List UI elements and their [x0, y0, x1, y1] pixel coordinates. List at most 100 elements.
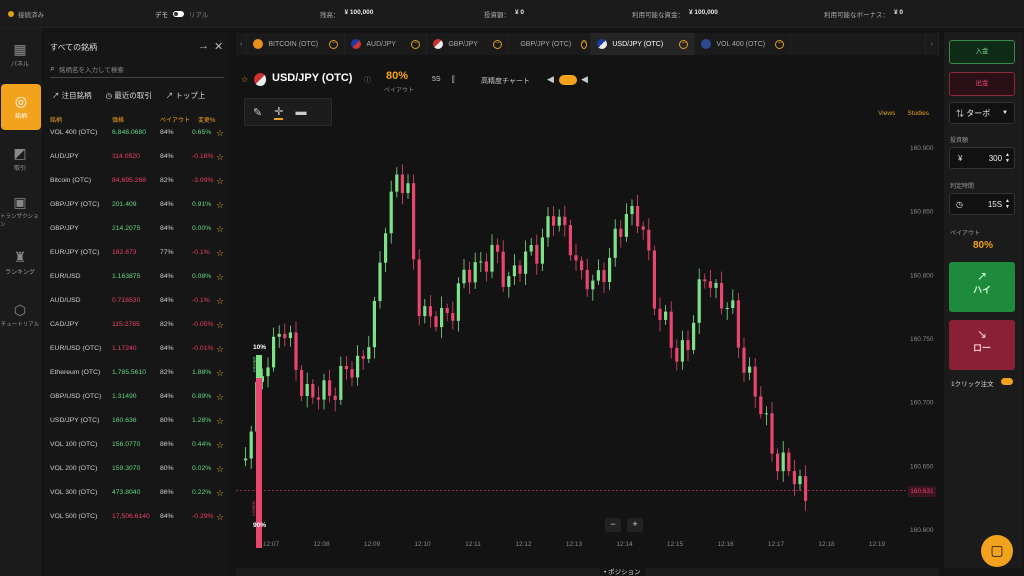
favorite-star-icon[interactable]: ☆ — [216, 152, 224, 163]
nav-assets[interactable]: ◎ 銘柄 — [1, 84, 41, 130]
asset-row[interactable]: VOL 300 (OTC) 473.8040 86% 0.22% ☆ — [50, 488, 226, 513]
account-mode-toggle[interactable]: デモ リアル — [155, 9, 208, 19]
tab-close-icon[interactable]: − — [329, 39, 339, 49]
favorite-star-icon[interactable]: ☆ — [216, 296, 224, 307]
candlestick-chart[interactable]: 160.900 160.850 160.800 160.750 160.700 160.6… — [236, 118, 939, 548]
asset-row[interactable]: AUD/JPY 114.0520 84% -0.16% ☆ — [50, 152, 226, 177]
nav-tutorial[interactable]: ⬡ チュートリアル — [0, 292, 40, 338]
favorite-star-icon[interactable]: ☆ — [216, 248, 224, 259]
asset-row[interactable]: USD/JPY (OTC) 160.636 80% 1.28% ☆ — [50, 416, 226, 441]
chart-pair-title[interactable]: USD/JPY (OTC) — [272, 72, 352, 84]
stepper-icon[interactable]: ▲ ▼ — [1005, 152, 1010, 164]
candles-icon[interactable]: ⫿ — [452, 75, 455, 85]
chart-type-selector[interactable]: 高精度チャート — [481, 76, 530, 86]
search-input[interactable]: 銘柄名を入力して検索 — [59, 64, 124, 74]
asset-tab[interactable]: BITCOIN (OTC) − — [247, 33, 346, 55]
deposit-button[interactable]: 入金 — [949, 40, 1015, 64]
asset-tab[interactable]: AUD/JPY − — [345, 33, 428, 55]
asset-row[interactable]: CAD/JPY 115.2785 82% -0.05% ☆ — [50, 320, 226, 345]
volume-icon[interactable]: ◀ — [581, 74, 588, 85]
favorite-star-icon[interactable]: ☆ — [216, 488, 224, 499]
col-price[interactable]: 価格 — [112, 115, 124, 124]
asset-row[interactable]: VOL 400 (OTC) 6,848.0680 84% 0.65% ☆ — [50, 128, 226, 153]
stepper-icon[interactable]: ▲ ▼ — [1005, 198, 1010, 210]
asset-row[interactable]: EUR/JPY (OTC) 182.673 77% -0.1% ☆ — [50, 248, 226, 273]
positions-toggle[interactable]: • ポジション — [600, 566, 645, 576]
tab-close-icon[interactable]: − — [679, 39, 689, 49]
sound-toggle[interactable] — [559, 75, 577, 85]
low-button[interactable]: ↘ ロー — [949, 320, 1015, 370]
col-change[interactable]: 変更% — [198, 115, 215, 124]
favorite-star-icon[interactable]: ☆ — [216, 128, 224, 139]
amount-value[interactable]: 300 — [989, 154, 1002, 163]
mode-select[interactable]: ⇅ ターボ ▼ — [949, 102, 1015, 124]
chat-icon[interactable]: ▢ — [981, 535, 1013, 567]
favorite-star-icon[interactable]: ☆ — [216, 464, 224, 475]
tabs-prev-button[interactable]: ‹ — [236, 33, 248, 55]
filter-top[interactable]: ↗ トップ上 — [166, 90, 206, 101]
x-tick-label: 12:13 — [566, 541, 583, 548]
pencil-icon[interactable]: ✎ — [253, 106, 262, 119]
info-icon[interactable]: ⓘ — [364, 75, 371, 85]
studies-menu[interactable]: Studies — [907, 110, 929, 117]
asset-row[interactable]: GBP/JPY 214.2075 84% 0.00% ☆ — [50, 224, 226, 249]
arrow-right-icon[interactable]: → — [198, 40, 209, 52]
tab-close-icon[interactable]: − — [775, 39, 785, 49]
zoom-in-button[interactable]: + — [627, 518, 643, 532]
asset-search[interactable]: ⌕ 銘柄名を入力して検索 — [50, 60, 224, 78]
asset-row[interactable]: Ethereum (OTC) 1,785.5610 82% 1.88% ☆ — [50, 368, 226, 393]
asset-tab[interactable]: VOL 400 (OTC) − — [695, 33, 792, 55]
favorite-star-icon[interactable]: ☆ — [216, 224, 224, 235]
asset-row[interactable]: VOL 200 (OTC) 159.3070 80% 0.02% ☆ — [50, 464, 226, 489]
asset-row[interactable]: VOL 500 (OTC) 17,506.6140 84% -0.29% ☆ — [50, 512, 226, 537]
favorite-star-icon[interactable]: ☆ — [216, 200, 224, 211]
nav-ranking[interactable]: ♜ ランキング — [0, 240, 40, 286]
col-payout[interactable]: ペイアウト — [160, 115, 190, 124]
favorite-star-icon[interactable]: ☆ — [216, 368, 224, 379]
positions-bar[interactable] — [236, 568, 939, 576]
favorite-star-icon[interactable]: ☆ — [216, 344, 224, 355]
col-name[interactable]: 銘柄 — [50, 115, 62, 124]
favorite-star-icon[interactable]: ☆ — [241, 75, 248, 84]
favorite-star-icon[interactable]: ☆ — [216, 392, 224, 403]
withdraw-button[interactable]: 出金 — [949, 72, 1015, 96]
tab-close-icon[interactable]: − — [411, 39, 421, 49]
filter-recent[interactable]: ◷ 最近の取引 — [106, 90, 152, 101]
sound-icon[interactable]: ◀ — [547, 74, 554, 85]
duration-input[interactable]: ◷ 15S ▲ ▼ — [949, 193, 1015, 215]
asset-tab[interactable]: USD/JPY (OTC) − — [591, 33, 696, 55]
tabs-next-button[interactable]: › — [924, 33, 939, 55]
asset-price: 1.17240 — [112, 345, 137, 352]
favorite-star-icon[interactable]: ☆ — [216, 176, 224, 187]
nav-trades[interactable]: ◩ 取引 — [0, 136, 40, 182]
favorite-star-icon[interactable]: ☆ — [216, 320, 224, 331]
favorite-star-icon[interactable]: ☆ — [216, 440, 224, 451]
tab-close-icon[interactable]: − — [493, 39, 503, 49]
high-button[interactable]: ↗ ハイ — [949, 262, 1015, 312]
one-click-toggle[interactable] — [1001, 378, 1013, 385]
timeframe-selector[interactable]: 5S — [432, 76, 441, 83]
nav-panel[interactable]: ▦ パネル — [0, 32, 40, 78]
asset-row[interactable]: AUD/USD 0.716530 84% -0.1% ☆ — [50, 296, 226, 321]
asset-row[interactable]: GBP/USD (OTC) 1.31490 84% 0.89% ☆ — [50, 392, 226, 417]
close-icon[interactable]: ✕ — [214, 40, 223, 53]
comment-icon[interactable]: ▬ — [295, 106, 306, 118]
asset-row[interactable]: VOL 100 (OTC) 156.0770 86% 0.44% ☆ — [50, 440, 226, 465]
asset-row[interactable]: EUR/USD 1.163875 84% 0.08% ☆ — [50, 272, 226, 297]
favorite-star-icon[interactable]: ☆ — [216, 272, 224, 283]
asset-tab[interactable]: GBP/JPY (OTC) − — [509, 33, 592, 55]
favorite-star-icon[interactable]: ☆ — [216, 416, 224, 427]
asset-row[interactable]: GBP/JPY (OTC) 201.409 84% 0.91% ☆ — [50, 200, 226, 225]
asset-row[interactable]: EUR/USD (OTC) 1.17240 84% -0.01% ☆ — [50, 344, 226, 369]
asset-row[interactable]: Bitcoin (OTC) 84,695.268 82% -3.09% ☆ — [50, 176, 226, 201]
favorite-star-icon[interactable]: ☆ — [216, 512, 224, 523]
views-menu[interactable]: Views — [878, 110, 895, 117]
tab-close-icon[interactable]: − — [581, 39, 588, 49]
filter-featured[interactable]: ↗ 注目銘柄 — [52, 90, 92, 101]
mode-switch[interactable] — [173, 10, 184, 17]
nav-transactions[interactable]: ▣ トランザクション — [0, 188, 40, 234]
zoom-out-button[interactable]: − — [605, 518, 621, 532]
amount-input[interactable]: ¥ 300 ▲ ▼ — [949, 147, 1015, 169]
duration-value[interactable]: 15S — [988, 200, 1002, 209]
asset-tab[interactable]: GBP/JPY − — [427, 33, 510, 55]
